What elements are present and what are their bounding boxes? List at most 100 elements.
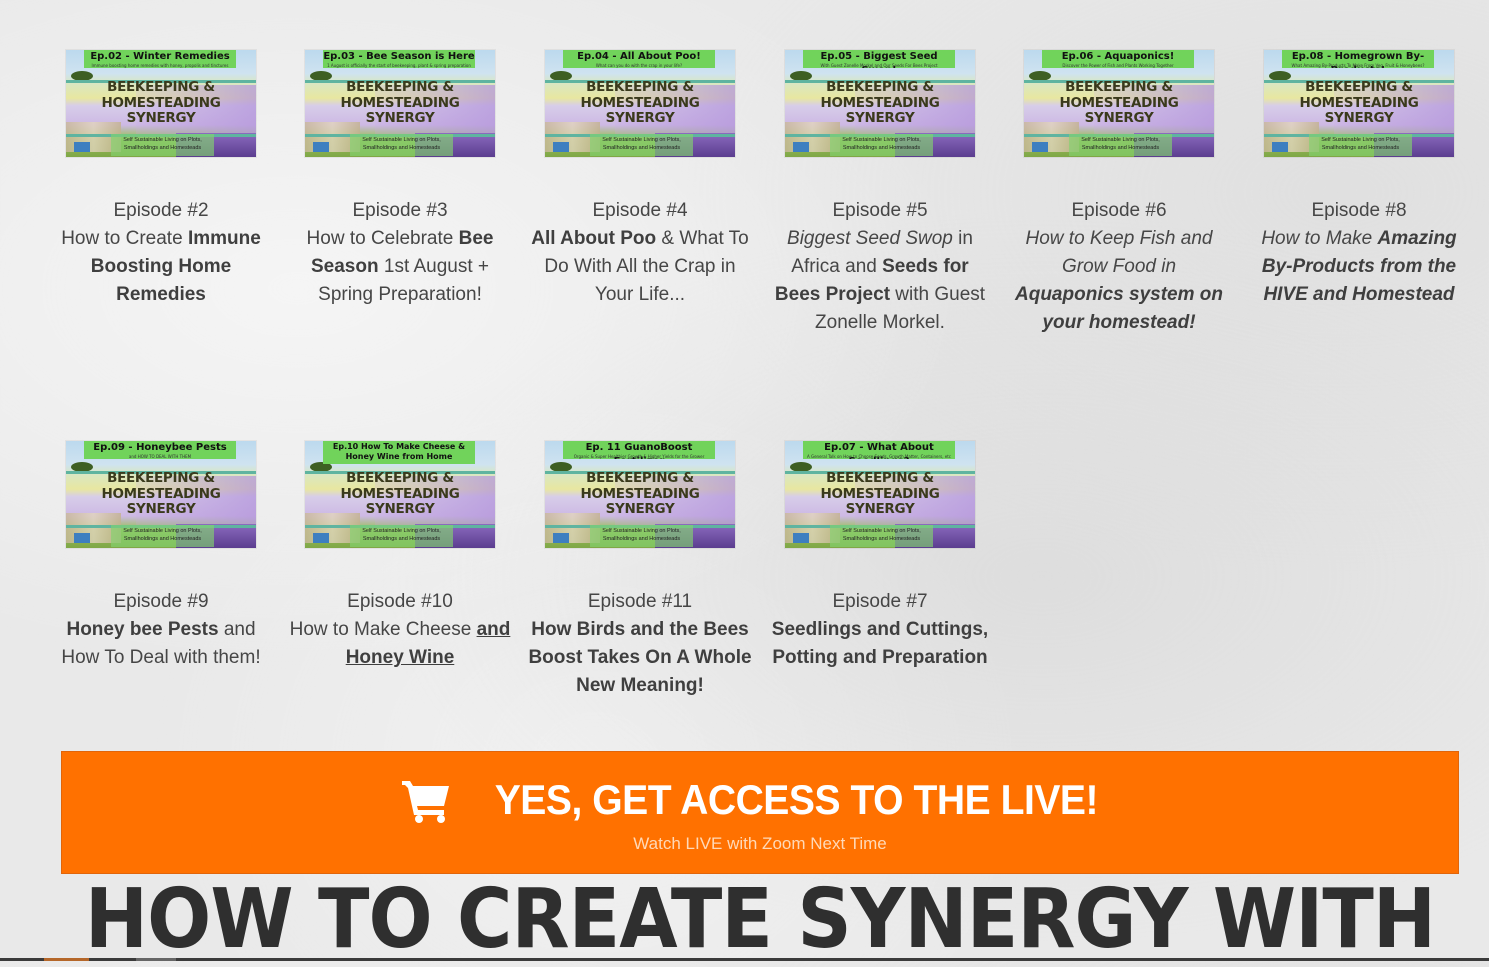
thumb-episode-title: Ep.09 - Honeybee Pests bbox=[93, 442, 227, 453]
thumb-brand-title: BEEKEEPING & HOMESTEADING SYNERGY bbox=[580, 79, 700, 126]
thumb-blue-hive bbox=[793, 142, 809, 152]
episode-card: Ep.02 - Winter Remedies Immune boosting h… bbox=[41, 50, 281, 309]
episode-label: Episode #5 bbox=[832, 200, 928, 221]
thumb-episode-banner: Ep. 11 GuanoBoost FertilizerOrganic & Su… bbox=[563, 441, 715, 459]
episode-thumbnail[interactable]: Ep.04 - All About Poo! What can you do wi… bbox=[545, 50, 735, 157]
thumb-tagline: Self Sustainable Living on Plots, Smallh… bbox=[830, 134, 933, 156]
thumb-tagline: Self Sustainable Living on Plots, Smallh… bbox=[590, 525, 693, 547]
thumb-brand-title: BEEKEEPING & HOMESTEADING SYNERGY bbox=[820, 79, 940, 126]
episode-title: How to Make Amazing By-Products from the… bbox=[1239, 225, 1479, 309]
thumb-tagline: Self Sustainable Living on Plots, Smallh… bbox=[111, 134, 214, 156]
thumb-episode-banner: Ep.10 How To Make Cheese & Honey Wine fr… bbox=[323, 441, 475, 464]
thumb-brand-title: BEEKEEPING & HOMESTEADING SYNERGY bbox=[101, 79, 221, 126]
thumb-episode-subtitle: Organic & Super Healthier Growth & Highe… bbox=[573, 454, 705, 459]
thumb-episode-subtitle: With Guest Zonelle Morkel and Our Seeds … bbox=[820, 63, 938, 68]
thumb-episode-banner: Ep.02 - Winter Remedies Immune boosting h… bbox=[84, 50, 236, 68]
episode-description: Episode #5 Biggest Seed Swop in Africa an… bbox=[760, 197, 1000, 337]
thumb-tagline: Self Sustainable Living on Plots, Smallh… bbox=[350, 525, 453, 547]
thumb-episode-subtitle: What can you do with the crap in your li… bbox=[595, 63, 683, 68]
thumb-episode-banner: Ep.05 - Biggest Seed Swop!With Guest Zon… bbox=[803, 50, 955, 68]
episode-title-part: Biggest Seed Swop bbox=[787, 228, 953, 249]
thumb-episode-banner: Ep.07 - What About Seedlings?A General T… bbox=[803, 441, 955, 459]
thumb-episode-subtitle: and HOW TO DEAL WITH THEM bbox=[128, 454, 192, 459]
episode-label: Episode #2 bbox=[113, 200, 209, 221]
episode-thumbnail[interactable]: Ep.05 - Biggest Seed Swop!With Guest Zon… bbox=[785, 50, 975, 157]
thumb-brand-title: BEEKEEPING & HOMESTEADING SYNERGY bbox=[1059, 79, 1179, 126]
thumb-blue-hive bbox=[553, 533, 569, 543]
episode-title-part: How to Celebrate bbox=[306, 228, 459, 249]
thumb-episode-subtitle: What Amazing By-Products To Make From Ve… bbox=[1291, 63, 1425, 68]
episode-description: Episode #3 How to Celebrate Bee Season 1s… bbox=[280, 197, 520, 309]
thumb-brand-title: BEEKEEPING & HOMESTEADING SYNERGY bbox=[340, 79, 460, 126]
episode-title: How to Create Immune Boosting Home Remed… bbox=[41, 225, 281, 309]
thumb-brand-title: BEEKEEPING & HOMESTEADING SYNERGY bbox=[1299, 79, 1419, 126]
thumb-episode-banner: Ep.08 - Homegrown By-Products!What Amazi… bbox=[1282, 50, 1434, 68]
episode-card: Ep.08 - Homegrown By-Products!What Amazi… bbox=[1239, 50, 1479, 309]
episode-label: Episode #11 bbox=[587, 591, 693, 612]
thumb-episode-title: Ep.02 - Winter Remedies bbox=[90, 51, 230, 62]
thumb-brand-title: BEEKEEPING & HOMESTEADING SYNERGY bbox=[101, 470, 221, 517]
episode-title-part: How to Make Cheese bbox=[289, 619, 477, 640]
thumb-brand-title: BEEKEEPING & HOMESTEADING SYNERGY bbox=[820, 470, 940, 517]
episode-label: Episode #3 bbox=[352, 200, 448, 221]
thumb-episode-title: Ep.06 - Aquaponics! bbox=[1061, 51, 1175, 62]
episode-label: Episode #7 bbox=[832, 591, 928, 612]
episode-thumbnail[interactable]: Ep.03 - Bee Season is Here 1 August is of… bbox=[305, 50, 495, 157]
episode-description: Episode #2 How to Create Immune Boosting … bbox=[41, 197, 281, 309]
thumb-blue-hive bbox=[793, 533, 809, 543]
episode-thumbnail[interactable]: Ep.07 - What About Seedlings?A General T… bbox=[785, 441, 975, 548]
episode-title-part: All About Poo bbox=[531, 228, 657, 249]
episode-description: Episode #11 How Birds and the Bees Boost … bbox=[520, 588, 760, 700]
thumb-episode-subtitle: Discover the Power of Fish and Plants Wo… bbox=[1062, 63, 1174, 68]
episode-thumbnail[interactable]: Ep.09 - Honeybee Pests and HOW TO DEAL WI… bbox=[66, 441, 256, 548]
episode-description: Episode #8 How to Make Amazing By-Product… bbox=[1239, 197, 1479, 309]
episode-description: Episode #10 How to Make Cheese and Honey … bbox=[280, 588, 520, 672]
episode-thumbnail[interactable]: Ep.10 How To Make Cheese & Honey Wine fr… bbox=[305, 441, 495, 548]
episode-title: All About Poo & What To Do With All the … bbox=[520, 225, 760, 309]
episode-title-part: How to Make bbox=[1261, 228, 1378, 249]
episode-title: How Birds and the Bees Boost Takes On A … bbox=[520, 616, 760, 700]
episode-thumbnail[interactable]: Ep.08 - Homegrown By-Products!What Amazi… bbox=[1264, 50, 1454, 157]
episode-title: Honey bee Pests and How To Deal with the… bbox=[41, 616, 281, 672]
thumb-tagline: Self Sustainable Living on Plots, Smallh… bbox=[111, 525, 214, 547]
thumb-episode-banner: Ep.09 - Honeybee Pests and HOW TO DEAL WI… bbox=[84, 441, 236, 459]
episode-thumbnail[interactable]: Ep.02 - Winter Remedies Immune boosting h… bbox=[66, 50, 256, 157]
thumb-episode-title: Ep.03 - Bee Season is Here bbox=[323, 51, 475, 62]
episode-card: Ep.10 How To Make Cheese & Honey Wine fr… bbox=[280, 441, 520, 672]
episode-title-part: How to Create bbox=[61, 228, 188, 249]
episode-card: Ep.03 - Bee Season is Here 1 August is of… bbox=[280, 50, 520, 309]
section-heading: HOW TO CREATE SYNERGY WITH bbox=[84, 872, 1436, 967]
episode-card: Ep. 11 GuanoBoost FertilizerOrganic & Su… bbox=[520, 441, 760, 700]
episode-thumbnail[interactable]: Ep.06 - Aquaponics! Discover the Power of… bbox=[1024, 50, 1214, 157]
episode-title-part: Aquaponics system on your homestead! bbox=[1015, 284, 1223, 333]
thumb-episode-banner: Ep.04 - All About Poo! What can you do wi… bbox=[563, 50, 715, 68]
episode-label: Episode #4 bbox=[592, 200, 688, 221]
thumb-tagline: Self Sustainable Living on Plots, Smallh… bbox=[350, 134, 453, 156]
episode-label: Episode #6 bbox=[1071, 200, 1167, 221]
episode-title: Seedlings and Cuttings, Potting and Prep… bbox=[760, 616, 1000, 672]
episode-description: Episode #6 How to Keep Fish and Grow Food… bbox=[999, 197, 1239, 337]
thumb-brand-title: BEEKEEPING & HOMESTEADING SYNERGY bbox=[340, 470, 460, 517]
thumb-blue-hive bbox=[313, 533, 329, 543]
episode-description: Episode #4 All About Poo & What To Do Wit… bbox=[520, 197, 760, 309]
cta-subtitle: Watch LIVE with Zoom Next Time bbox=[633, 834, 887, 853]
episode-title-part: How to Keep Fish and Grow Food in bbox=[1025, 228, 1213, 277]
thumb-episode-banner: Ep.06 - Aquaponics! Discover the Power of… bbox=[1042, 50, 1194, 68]
episode-thumbnail[interactable]: Ep. 11 GuanoBoost FertilizerOrganic & Su… bbox=[545, 441, 735, 548]
episode-card: Ep.04 - All About Poo! What can you do wi… bbox=[520, 50, 760, 309]
thumb-episode-title: Ep.04 - All About Poo! bbox=[577, 51, 701, 62]
episode-title: Biggest Seed Swop in Africa and Seeds fo… bbox=[760, 225, 1000, 337]
episode-label: Episode #10 bbox=[347, 591, 453, 612]
thumb-blue-hive bbox=[313, 142, 329, 152]
episode-card: Ep.06 - Aquaponics! Discover the Power of… bbox=[999, 50, 1239, 337]
thumb-blue-hive bbox=[74, 533, 90, 543]
cta-title: YES, GET ACCESS TO THE LIVE! bbox=[494, 776, 1098, 823]
episode-title-part: How Birds and the Bees Boost Takes On A … bbox=[528, 619, 752, 696]
thumb-tagline: Self Sustainable Living on Plots, Smallh… bbox=[1309, 134, 1412, 156]
thumb-episode-banner: Ep.03 - Bee Season is Here 1 August is of… bbox=[323, 50, 475, 68]
episode-title: How to Celebrate Bee Season 1st August +… bbox=[280, 225, 520, 309]
thumb-episode-title: Ep.10 How To Make Cheese & Honey Wine fr… bbox=[332, 442, 466, 461]
episode-title: How to Keep Fish and Grow Food in Aquapo… bbox=[999, 225, 1239, 337]
episode-card: Ep.07 - What About Seedlings?A General T… bbox=[760, 441, 1000, 672]
get-access-live-button[interactable]: YES, GET ACCESS TO THE LIVE! Watch LIVE … bbox=[61, 751, 1459, 874]
